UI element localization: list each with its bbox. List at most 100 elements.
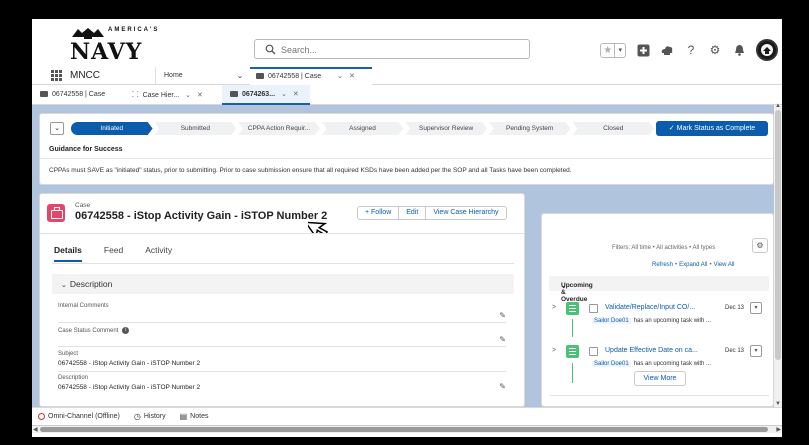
- assignee-link[interactable]: Sailor Doe01: [592, 361, 631, 367]
- logo-tagline: AMERICA'S: [108, 27, 160, 33]
- upcoming-overdue-header[interactable]: ⌄ Upcoming & Overdue: [549, 276, 769, 303]
- notes-item[interactable]: ▤ Notes: [180, 412, 209, 421]
- scrollbar-thumb[interactable]: [40, 427, 768, 432]
- activity-links: Refresh • Expand All • View All: [652, 262, 735, 268]
- scroll-left-icon[interactable]: ◀: [33, 426, 38, 433]
- gear-icon[interactable]: ⚙: [708, 43, 722, 57]
- record-page: ⌄ Initiated Submitted CPPA Action Requir..…: [32, 105, 782, 407]
- chevron-down-icon[interactable]: ▾: [750, 302, 762, 314]
- activity-filters: Filters: All time • All activities • All…: [612, 245, 716, 251]
- task-link[interactable]: Update Effective Date on ca...: [605, 347, 698, 354]
- avatar[interactable]: [756, 39, 778, 61]
- path-collapse-toggle[interactable]: ⌄: [50, 122, 64, 135]
- global-header: AMERICA'S NAVY ★ ▾: [32, 19, 782, 67]
- chevron-down-icon[interactable]: ▾: [750, 345, 762, 357]
- assignee-link[interactable]: Sailor Doe01: [592, 318, 631, 324]
- path-step[interactable]: Supervisor Review: [405, 122, 487, 135]
- chevron-down-icon[interactable]: ⌄: [185, 92, 191, 99]
- record-title: 06742558 - iStop Activity Gain - iSTOP N…: [75, 210, 328, 222]
- task-link[interactable]: Validate/Replace/Input CO/...: [605, 304, 695, 311]
- global-search[interactable]: [254, 39, 530, 59]
- chevron-right-icon[interactable]: >: [552, 304, 556, 311]
- screenshot-frame: AMERICA'S NAVY ★ ▾: [2, 3, 807, 443]
- task-checkbox[interactable]: [589, 304, 598, 313]
- briefcase-icon: [40, 91, 48, 98]
- path-step[interactable]: Submitted: [154, 122, 237, 135]
- utility-label: Notes: [190, 413, 209, 420]
- divider: [40, 158, 773, 159]
- subtab-label: Case Hier...: [142, 92, 180, 99]
- nav-more-chevron-icon[interactable]: ⌄: [232, 67, 248, 85]
- chevron-down-icon[interactable]: ⌄: [281, 91, 287, 98]
- app-window: AMERICA'S NAVY ★ ▾: [32, 19, 782, 437]
- pencil-icon[interactable]: ✎: [499, 335, 506, 344]
- edit-button[interactable]: Edit: [399, 206, 427, 220]
- task-checkbox[interactable]: [589, 347, 598, 356]
- vertical-scrollbar[interactable]: ▲ ▼: [774, 103, 782, 407]
- nav-tab-case[interactable]: 06742558 | Case ⌄ ✕: [250, 67, 372, 85]
- briefcase-icon: [230, 91, 238, 98]
- app-navigation-bar: MNCC Home ⌄ 06742558 | Case ⌄ ✕: [32, 67, 782, 85]
- gear-icon[interactable]: ⚙: [752, 238, 768, 253]
- close-icon[interactable]: ✕: [349, 73, 355, 80]
- field-description: Description 06742558 - iStop Activity Ga…: [58, 375, 506, 391]
- tab-feed[interactable]: Feed: [104, 245, 123, 262]
- chevron-down-icon: ⌄: [61, 282, 67, 289]
- record-detail-body: Details Feed Activity ⌄ Description Inter…: [40, 233, 524, 406]
- view-case-hierarchy-button[interactable]: View Case Hierarchy: [426, 206, 507, 220]
- help-icon[interactable]: ?: [684, 43, 698, 57]
- scroll-right-icon[interactable]: ▶: [776, 426, 781, 433]
- record-detail-card: Case 06742558 - iStop Activity Gain - iS…: [39, 193, 525, 407]
- scrollbar-thumb[interactable]: [775, 110, 781, 360]
- scroll-up-icon[interactable]: ▲: [775, 103, 781, 109]
- subtab-case[interactable]: 06742558 | Case: [32, 85, 118, 105]
- clock-icon: ◷: [133, 412, 141, 421]
- omni-channel-item[interactable]: Omni-Channel (Offline): [38, 413, 120, 420]
- path-step[interactable]: Assigned: [321, 122, 404, 135]
- close-icon[interactable]: ✕: [197, 92, 203, 99]
- add-icon[interactable]: [636, 43, 650, 57]
- section-description-header[interactable]: ⌄ Description: [52, 274, 514, 294]
- divider: [58, 322, 506, 323]
- guidance-title: Guidance for Success: [49, 146, 123, 153]
- subtab-case-hierarchy[interactable]: ⸬ Case Hier... ⌄ ✕: [124, 85, 218, 105]
- history-item[interactable]: ◷ History: [134, 412, 166, 421]
- view-all-link[interactable]: View All: [714, 262, 735, 268]
- expand-all-link[interactable]: Expand All: [679, 262, 707, 268]
- app-launcher-icon[interactable]: [51, 70, 62, 81]
- trailhead-cloud-icon[interactable]: [660, 43, 674, 57]
- header-actions: ★ ▾ ? ⚙: [600, 39, 778, 61]
- path-step[interactable]: CPPA Action Requir...: [238, 122, 320, 135]
- field-label: Subject: [58, 351, 79, 357]
- info-icon[interactable]: i: [122, 327, 130, 334]
- divider: [549, 395, 769, 396]
- chevron-down-icon[interactable]: ⌄: [337, 73, 343, 80]
- mark-status-complete-button[interactable]: ✓ Mark Status as Complete: [656, 121, 768, 136]
- pencil-icon[interactable]: ✎: [499, 311, 506, 320]
- logo-wordmark: NAVY: [70, 39, 143, 65]
- nav-tab-home[interactable]: Home: [155, 67, 227, 85]
- path-step[interactable]: Closed: [572, 122, 655, 135]
- star-icon: ★: [603, 44, 613, 56]
- tab-details[interactable]: Details: [54, 245, 82, 262]
- view-more-button[interactable]: View More: [634, 371, 686, 386]
- field-case-status-comment: Case Status Comment i ✎: [58, 327, 506, 344]
- path-step[interactable]: Pending System: [488, 122, 571, 135]
- chevron-down-icon[interactable]: ▾: [614, 43, 625, 57]
- follow-button[interactable]: + Follow: [357, 206, 400, 220]
- status-path: ⌄ Initiated Submitted CPPA Action Requir..…: [39, 113, 774, 185]
- navy-logo[interactable]: AMERICA'S NAVY: [70, 27, 162, 65]
- subtab-active-case[interactable]: 0674263... ⌄ ✕: [222, 85, 310, 105]
- favorites-button[interactable]: ★ ▾: [600, 42, 626, 58]
- search-input[interactable]: [281, 43, 521, 56]
- section-title: ⌄ Description: [61, 279, 112, 289]
- tab-activity[interactable]: Activity: [145, 245, 172, 262]
- horizontal-scrollbar[interactable]: ◀ ▶: [32, 425, 782, 433]
- bell-icon[interactable]: [732, 43, 746, 57]
- refresh-link[interactable]: Refresh: [652, 262, 673, 268]
- chevron-right-icon[interactable]: >: [552, 347, 556, 354]
- close-icon[interactable]: ✕: [293, 91, 299, 98]
- path-step[interactable]: Initiated: [71, 122, 153, 135]
- field-label: Description: [58, 375, 89, 381]
- pencil-icon[interactable]: ✎: [499, 382, 506, 391]
